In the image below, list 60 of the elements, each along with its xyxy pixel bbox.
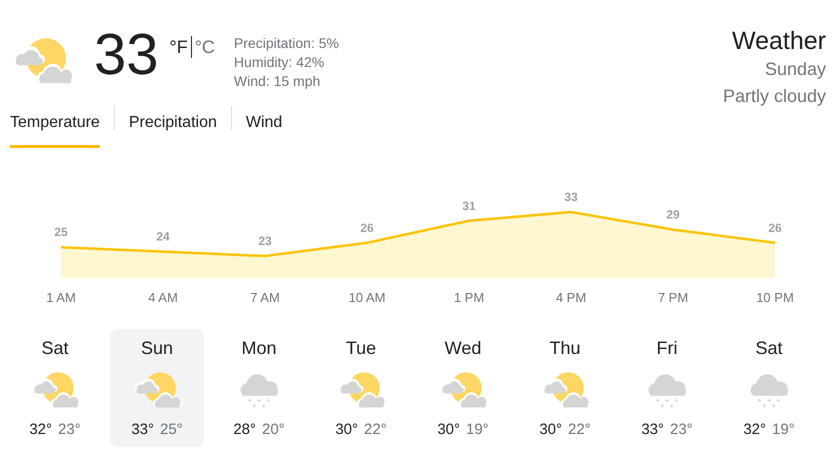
hour-label: 10 PM — [756, 290, 794, 305]
data-label: 33 — [564, 190, 578, 204]
low-temperature: 23° — [58, 421, 81, 438]
weather-detail: Precipitation: 5% — [234, 34, 339, 53]
data-label: 29 — [666, 208, 680, 222]
low-temperature: 22° — [568, 421, 591, 438]
day-name: Wed — [444, 337, 482, 359]
day-forecast[interactable]: Mon 28° 20° — [212, 329, 306, 447]
high-temperature: 32° — [743, 421, 766, 438]
weather-detail: Wind: 15 mph — [234, 72, 322, 91]
day-name: Sun — [140, 337, 174, 359]
hour-label: 10 AM — [348, 290, 386, 305]
chart-tab[interactable]: Temperature — [10, 114, 100, 148]
day-forecast[interactable]: Wed 30° 19° — [416, 329, 510, 447]
low-temperature: 19° — [466, 421, 489, 438]
data-label: 25 — [54, 225, 68, 240]
condition-label: Partly cloudy — [722, 85, 826, 108]
day-name: Tue — [346, 337, 376, 359]
day-name: Fri — [656, 337, 678, 359]
high-temperature: 28° — [233, 421, 256, 438]
day-forecast[interactable]: Sat 32° 19° — [722, 329, 816, 447]
low-temperature: 20° — [262, 421, 285, 438]
day-name: Sat — [41, 337, 69, 359]
weather-detail: Humidity: 42% — [234, 53, 326, 72]
hour-label: 1 PM — [454, 290, 484, 305]
data-label: 24 — [156, 230, 170, 244]
day-forecast[interactable]: Fri 33° 23° — [620, 329, 714, 447]
high-temperature: 33° — [131, 421, 154, 438]
low-temperature: 22° — [364, 421, 387, 438]
unit-toggle[interactable]: °C — [192, 36, 218, 58]
data-label: 31 — [462, 198, 476, 213]
day-name: Thu — [549, 337, 581, 359]
low-temperature: 25° — [160, 421, 183, 438]
high-temperature: 33° — [641, 421, 664, 438]
data-label: 26 — [768, 220, 782, 235]
chart-tab[interactable]: Precipitation — [128, 114, 217, 148]
unit-toggle[interactable]: °F — [166, 36, 191, 58]
high-temperature: 32° — [29, 421, 52, 438]
high-temperature: 30° — [335, 421, 358, 438]
hour-label: 4 PM — [556, 290, 586, 305]
current-temperature: 33 — [94, 22, 159, 88]
hour-label: 4 AM — [148, 290, 178, 305]
day-name: Mon — [241, 337, 276, 359]
hour-label: 1 AM — [46, 290, 76, 305]
day-forecast[interactable]: Thu 30° 22° — [518, 329, 612, 447]
day-forecast[interactable]: Sat 32° 23° — [8, 329, 102, 447]
day-label: Sunday — [764, 58, 826, 81]
high-temperature: 30° — [539, 421, 562, 438]
hour-label: 7 PM — [658, 290, 688, 305]
weather-title: Weather — [730, 26, 826, 56]
day-forecast[interactable]: Tue 30° 22° — [314, 329, 408, 447]
data-label: 23 — [258, 234, 272, 248]
day-name: Sat — [755, 337, 783, 359]
hour-label: 7 AM — [250, 290, 280, 305]
data-label: 26 — [360, 220, 374, 235]
low-temperature: 19° — [772, 421, 795, 438]
high-temperature: 30° — [437, 421, 460, 438]
low-temperature: 23° — [670, 421, 693, 438]
day-forecast[interactable]: Sun 33° 25° — [110, 329, 204, 447]
chart-tab[interactable]: Wind — [246, 114, 282, 148]
